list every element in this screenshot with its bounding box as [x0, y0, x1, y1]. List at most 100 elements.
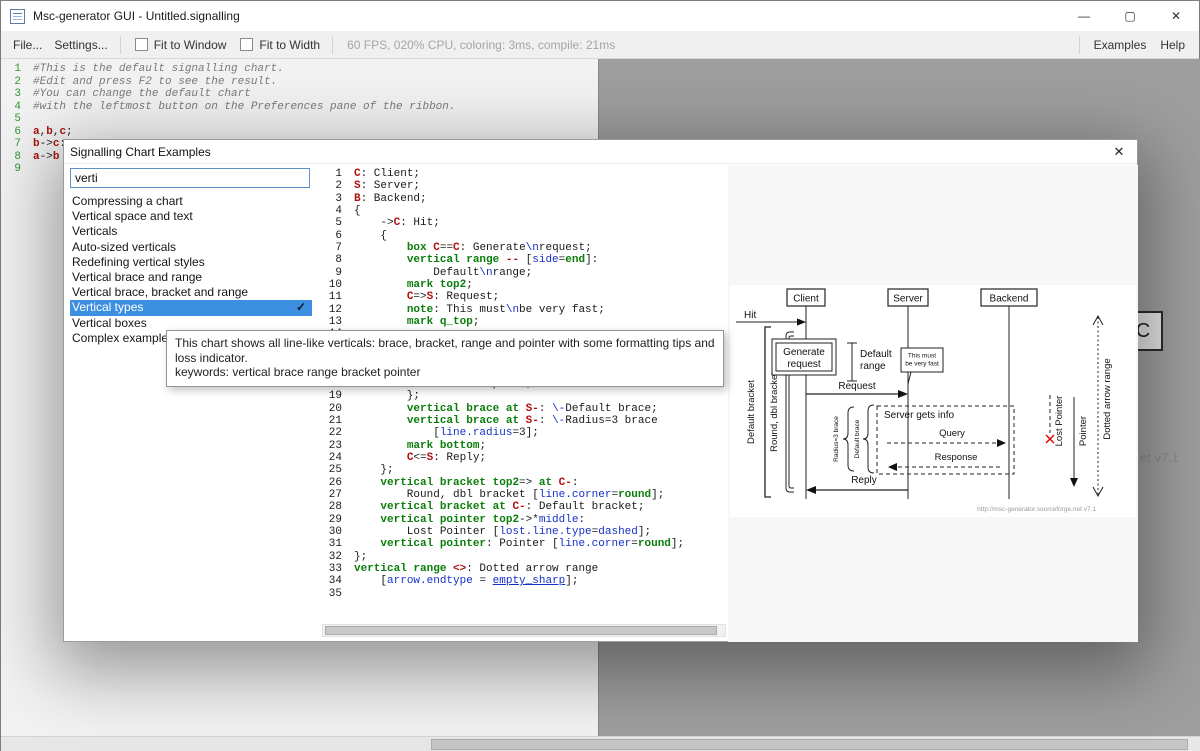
- example-list-item-label: Vertical space and text: [72, 209, 193, 223]
- examples-dialog: Signalling Chart Examples ✕ Compressing …: [63, 139, 1138, 642]
- code-line[interactable]: 3B: Backend;: [322, 193, 726, 205]
- code-line[interactable]: 31 vertical pointer: Pointer [line.corne…: [322, 538, 726, 550]
- line-number: 7: [322, 242, 342, 254]
- note-text: This must: [908, 353, 936, 360]
- code-line[interactable]: 23 mark bottom;: [322, 440, 726, 452]
- code-line[interactable]: 24 C<=S: Reply;: [322, 452, 726, 464]
- line-number: 6: [322, 230, 342, 242]
- example-list-item[interactable]: Vertical types✓: [70, 300, 312, 315]
- checkbox-icon[interactable]: [240, 38, 253, 51]
- code-line[interactable]: 19 };: [322, 390, 726, 402]
- dialog-close-button[interactable]: ✕: [1106, 142, 1132, 162]
- code-line[interactable]: 11 C=>S: Request;: [322, 291, 726, 303]
- line-number: 31: [322, 538, 342, 550]
- radius-brace-label: Radius=3 brace: [833, 416, 840, 462]
- code-line[interactable]: 1C: Client;: [322, 168, 726, 180]
- hit-label: Hit: [744, 310, 756, 321]
- dialog-title: Signalling Chart Examples: [70, 145, 211, 159]
- generate-request-label: Generate: [783, 347, 825, 358]
- example-list-item[interactable]: Auto-sized verticals: [70, 240, 312, 255]
- window-title: Msc-generator GUI - Untitled.signalling: [33, 9, 240, 23]
- code-line[interactable]: 32};: [322, 551, 726, 563]
- example-list-item[interactable]: Redefining vertical styles: [70, 255, 312, 270]
- line-number: 27: [322, 489, 342, 501]
- line-number: 21: [322, 415, 342, 427]
- entity-label-client: Client: [793, 294, 819, 305]
- fit-to-width-checkbox[interactable]: Fit to Width: [240, 38, 320, 52]
- file-button[interactable]: File...: [13, 38, 42, 52]
- example-code-editor[interactable]: 1C: Client;2S: Server;3B: Backend;4{5 ->…: [322, 168, 726, 614]
- dialog-titlebar: Signalling Chart Examples: [64, 140, 1137, 164]
- chart-footer-url: http://msc-generator.sourceforge.net v7.…: [977, 506, 1096, 513]
- help-button[interactable]: Help: [1160, 38, 1185, 52]
- generate-request-label: request: [787, 359, 821, 370]
- checkbox-icon[interactable]: [135, 38, 148, 51]
- example-list-item[interactable]: Vertical boxes: [70, 316, 312, 331]
- line-number: 22: [322, 427, 342, 439]
- minimize-button[interactable]: —: [1061, 1, 1107, 30]
- code-line[interactable]: 6 {: [322, 230, 726, 242]
- default-range-label: Default: [860, 349, 892, 360]
- fit-to-window-checkbox[interactable]: Fit to Window: [135, 38, 227, 52]
- code-line[interactable]: 8 vertical range -- [side=end]:: [322, 254, 726, 266]
- line-number: 29: [322, 514, 342, 526]
- line-number: 8: [322, 254, 342, 266]
- code-line[interactable]: 28 vertical bracket at C-: Default brack…: [322, 501, 726, 513]
- example-list-item-label: Compressing a chart: [72, 194, 183, 208]
- selected-checkmark-icon: ✓: [296, 300, 306, 315]
- code-line[interactable]: 10 mark top2;: [322, 279, 726, 291]
- code-line[interactable]: 26 vertical bracket top2=> at C-:: [322, 477, 726, 489]
- search-input[interactable]: [70, 168, 310, 188]
- code-line[interactable]: 7 box C==C: Generate\nrequest;: [322, 242, 726, 254]
- toolbar: File... Settings... Fit to Window Fit to…: [1, 31, 1199, 59]
- code-line[interactable]: 27 Round, dbl bracket [line.corner=round…: [322, 489, 726, 501]
- entity-label-backend: Backend: [990, 294, 1029, 305]
- code-line[interactable]: 9 Default\nrange;: [322, 267, 726, 279]
- code-line[interactable]: 29 vertical pointer top2->*middle:: [322, 514, 726, 526]
- code-line[interactable]: 13 mark q_top;: [322, 316, 726, 328]
- example-list-item-label: Vertical brace, bracket and range: [72, 285, 248, 299]
- toolbar-separator: [120, 36, 121, 54]
- default-brace-label: Default brace: [854, 419, 861, 458]
- examples-button[interactable]: Examples: [1094, 38, 1147, 52]
- code-line[interactable]: 34 [arrow.endtype = empty_sharp];: [322, 575, 726, 587]
- close-button[interactable]: ✕: [1153, 1, 1199, 30]
- example-list-item[interactable]: Vertical brace, bracket and range: [70, 285, 312, 300]
- code-line[interactable]: 5 ->C: Hit;: [322, 217, 726, 229]
- line-number: 2: [322, 180, 342, 192]
- line-number: 10: [322, 279, 342, 291]
- tooltip-keywords: keywords: vertical brace range bracket p…: [175, 365, 715, 380]
- example-list-item[interactable]: Vertical space and text: [70, 209, 312, 224]
- example-list-item[interactable]: Verticals: [70, 224, 312, 239]
- code-line[interactable]: 21 vertical brace at S-: \-Radius=3 brac…: [322, 415, 726, 427]
- example-list-item-label: Redefining vertical styles: [72, 255, 205, 269]
- default-range-label: range: [860, 361, 886, 372]
- code-horizontal-scrollbar[interactable]: [322, 624, 726, 637]
- titlebar: Msc-generator GUI - Untitled.signalling …: [1, 1, 1199, 31]
- code-line[interactable]: 22 [line.radius=3];: [322, 427, 726, 439]
- maximize-button[interactable]: ▢: [1107, 1, 1153, 30]
- code-line[interactable]: 30 Lost Pointer [lost.line.type=dashed];: [322, 526, 726, 538]
- example-tooltip: This chart shows all line-like verticals…: [166, 330, 724, 387]
- code-line[interactable]: 20 vertical brace at S-: \-Default brace…: [322, 403, 726, 415]
- code-line[interactable]: 33vertical range <>: Dotted arrow range: [322, 563, 726, 575]
- line-number: 1: [322, 168, 342, 180]
- example-list-item-label: Verticals: [72, 224, 117, 238]
- app-icon: [10, 9, 25, 24]
- line-number: 3: [322, 193, 342, 205]
- app-window: Msc-generator GUI - Untitled.signalling …: [0, 0, 1200, 751]
- code-line[interactable]: 2S: Server;: [322, 180, 726, 192]
- code-line[interactable]: 35: [322, 588, 726, 600]
- scrollbar-thumb[interactable]: [325, 626, 717, 635]
- code-line[interactable]: 4{: [322, 205, 726, 217]
- line-number: 19: [322, 390, 342, 402]
- line-number: 30: [322, 526, 342, 538]
- examples-list: Compressing a chartVertical space and te…: [70, 194, 312, 346]
- example-list-item[interactable]: Compressing a chart: [70, 194, 312, 209]
- code-line[interactable]: 25 };: [322, 464, 726, 476]
- code-line[interactable]: 12 note: This must\nbe very fast;: [322, 304, 726, 316]
- settings-button[interactable]: Settings...: [54, 38, 107, 52]
- example-list-item[interactable]: Vertical brace and range: [70, 270, 312, 285]
- request-label: Request: [838, 381, 875, 392]
- line-number: 11: [322, 291, 342, 303]
